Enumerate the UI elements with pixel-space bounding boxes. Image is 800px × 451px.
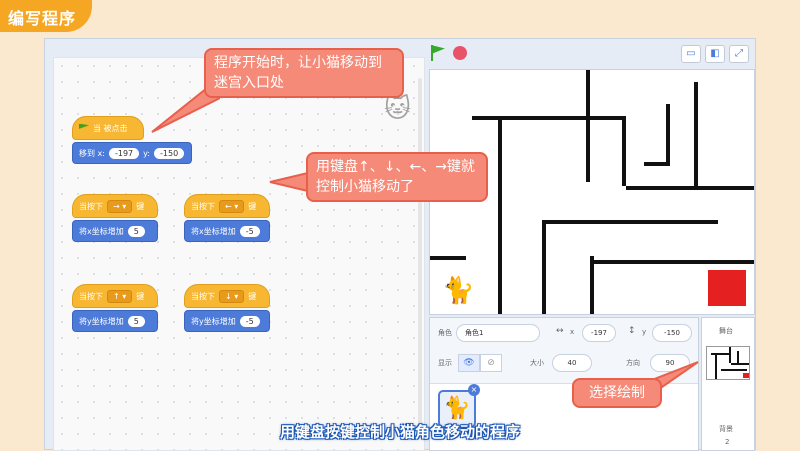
goto-xy-block[interactable]: 移到 x: -197 y: -150 — [72, 142, 192, 164]
mini-maze-target — [743, 373, 749, 378]
maze-wall — [498, 120, 502, 314]
change-y-down-input[interactable]: -5 — [239, 315, 260, 327]
stop-icon[interactable] — [453, 46, 467, 60]
key-suffix: 键 — [136, 201, 145, 211]
code-scrollbar[interactable] — [418, 78, 422, 438]
when-left-key-block[interactable]: 当按下 ← ▾ 键 — [184, 194, 270, 218]
x-label: x — [570, 328, 575, 336]
when-right-key-block[interactable]: 当按下 → ▾ 键 — [72, 194, 158, 218]
hat-label: 当 被点击 — [93, 123, 128, 133]
change-x-block-left[interactable]: 将x坐标增加 -5 — [184, 220, 270, 242]
x-arrow-icon: ↔ — [556, 326, 564, 336]
maze-wall — [542, 220, 546, 314]
change-y-label: 将y坐标增加 — [79, 316, 124, 326]
green-flag-icon[interactable] — [431, 45, 445, 55]
mini-maze-wall — [721, 369, 747, 371]
normal-stage-icon[interactable]: ◧ — [705, 45, 725, 63]
maze-wall — [430, 256, 466, 260]
hide-icon[interactable]: ⊘ — [480, 354, 502, 372]
size-label: 大小 — [530, 359, 544, 367]
goto-x-input[interactable]: -197 — [108, 147, 140, 159]
video-subtitle: 用键盘按键控制小猫角色移动的程序 — [279, 423, 520, 441]
change-y-up-input[interactable]: 5 — [127, 315, 145, 327]
stage-title: 舞台 — [719, 327, 733, 335]
key-suffix: 键 — [248, 201, 257, 211]
stage-thumbnail[interactable] — [706, 346, 750, 380]
stage-toolbar: ▭ ◧ ⤢ — [429, 39, 757, 69]
key-suffix: 键 — [136, 291, 145, 301]
when-key-label: 当按下 — [191, 201, 215, 211]
change-y-block-down[interactable]: 将y坐标增加 -5 — [184, 310, 270, 332]
direction-label: 方向 — [626, 359, 640, 367]
change-y-label: 将y坐标增加 — [191, 316, 236, 326]
change-x-label: 将x坐标增加 — [79, 226, 124, 236]
code-area[interactable]: 🐱 当 被点击 移到 x: -197 y: -150 当按下 → ▾ 键 将x坐… — [53, 57, 425, 451]
maze-wall — [694, 82, 698, 190]
sprite-size-input[interactable]: 40 — [552, 354, 592, 372]
maze-wall — [626, 186, 754, 190]
change-x-label: 将x坐标增加 — [191, 226, 236, 236]
lesson-title: 编写程序 — [8, 9, 77, 28]
maze-wall — [622, 116, 626, 186]
mini-maze-wall — [715, 353, 717, 379]
maze-wall — [644, 162, 670, 166]
mini-maze-wall — [729, 347, 731, 363]
when-key-label: 当按下 — [191, 291, 215, 301]
y-label: y — [642, 328, 647, 336]
maze-wall — [590, 256, 594, 314]
sprite-watermark-cat-icon: 🐱 — [384, 94, 412, 124]
cat-sprite[interactable]: 🐈 — [442, 276, 474, 306]
when-flag-clicked-block[interactable]: 当 被点击 — [72, 116, 144, 140]
key-suffix: 键 — [248, 291, 257, 301]
maze-wall — [592, 260, 754, 264]
small-stage-icon[interactable]: ▭ — [681, 45, 701, 63]
sprite-y-input[interactable]: -150 — [652, 324, 692, 342]
callout-keys: 用键盘↑、↓、←、→键就控制小猫移动了 — [306, 152, 488, 202]
show-visible-icon[interactable]: 👁 — [458, 354, 480, 372]
mini-maze-wall — [711, 353, 731, 355]
when-key-label: 当按下 — [79, 201, 103, 211]
sprite-name-input[interactable]: 角色1 — [456, 324, 540, 342]
up-key-dropdown[interactable]: ↑ ▾ — [107, 289, 133, 303]
maze-exit-target — [708, 270, 746, 306]
change-x-block-right[interactable]: 将x坐标增加 5 — [72, 220, 158, 242]
when-up-key-block[interactable]: 当按下 ↑ ▾ 键 — [72, 284, 158, 308]
change-y-block-up[interactable]: 将y坐标增加 5 — [72, 310, 158, 332]
down-key-dropdown[interactable]: ↓ ▾ — [219, 289, 245, 303]
when-down-key-block[interactable]: 当按下 ↓ ▾ 键 — [184, 284, 270, 308]
goto-label: 移到 x: — [79, 148, 105, 158]
mini-maze-wall — [731, 363, 749, 365]
right-key-dropdown[interactable]: → ▾ — [107, 199, 133, 213]
fullscreen-icon[interactable]: ⤢ — [729, 45, 749, 63]
change-x-right-input[interactable]: 5 — [127, 225, 145, 237]
maze-wall — [666, 104, 670, 162]
sprite-label: 角色 — [438, 329, 452, 337]
sprite-x-input[interactable]: -197 — [582, 324, 616, 342]
left-key-dropdown[interactable]: ← ▾ — [219, 199, 245, 213]
y-arrow-icon: ↕ — [628, 326, 636, 336]
callout-start: 程序开始时，让小猫移动到迷宫入口处 — [204, 48, 404, 98]
goto-y-input[interactable]: -150 — [154, 147, 185, 159]
maze-wall — [586, 70, 590, 182]
callout-paint: 选择绘制 — [572, 378, 662, 408]
green-flag-icon — [79, 123, 89, 129]
change-x-left-input[interactable]: -5 — [239, 225, 260, 237]
delete-sprite-icon[interactable]: × — [468, 384, 480, 396]
goto-y-label: y: — [143, 148, 150, 158]
show-label: 显示 — [438, 359, 452, 367]
maze-wall — [542, 220, 718, 224]
maze-wall — [472, 116, 626, 120]
when-key-label: 当按下 — [79, 291, 103, 301]
